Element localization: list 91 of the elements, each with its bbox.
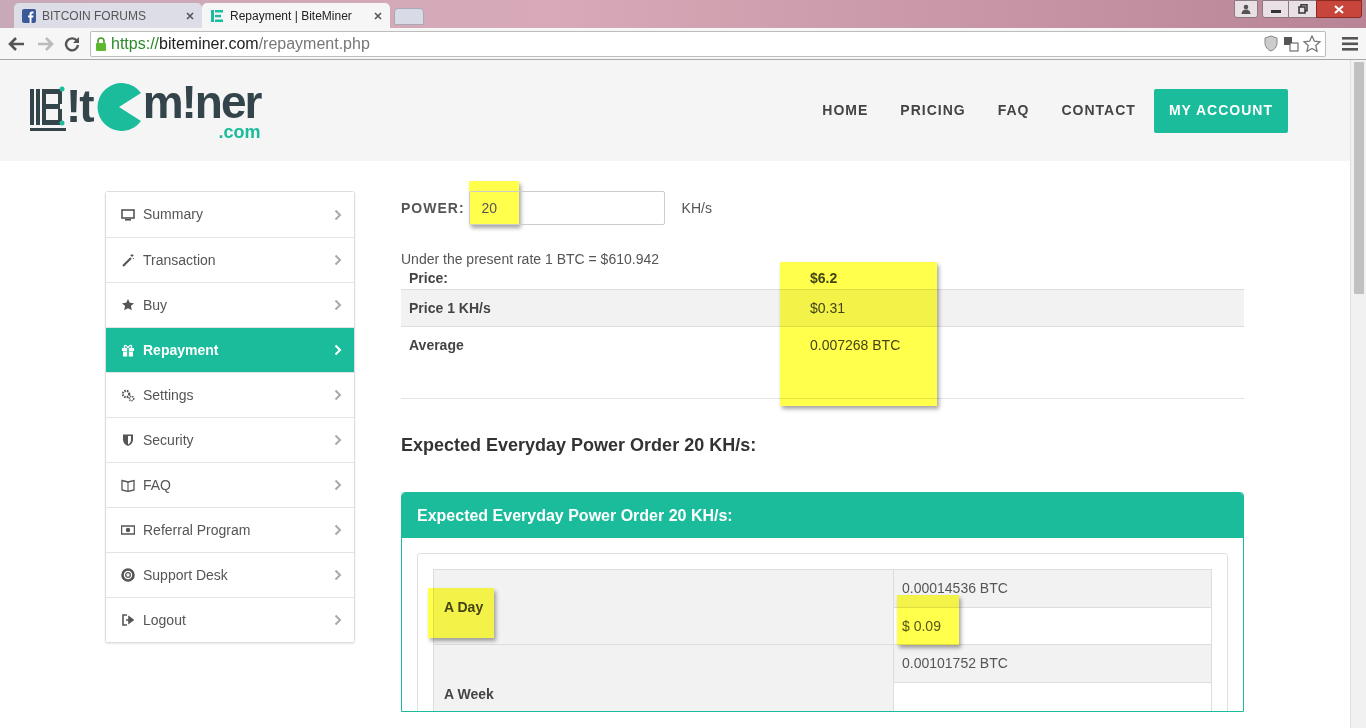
sidebar-label: Buy — [143, 295, 169, 315]
book-icon — [121, 478, 135, 492]
logo-text: m!ner — [142, 78, 261, 125]
lifebuoy-icon — [121, 568, 135, 582]
close-icon — [1334, 4, 1344, 14]
menu-icon[interactable] — [1342, 36, 1358, 51]
period-label: A Day — [444, 597, 484, 617]
wand-icon — [121, 253, 135, 267]
close-icon[interactable] — [374, 11, 382, 20]
chevron-right-icon — [334, 208, 342, 221]
banknote-icon — [121, 523, 135, 537]
sidebar-item[interactable]: Buy — [106, 282, 354, 327]
minimize-icon — [1270, 10, 1281, 13]
sidebar-label: Settings — [143, 385, 195, 405]
restore-icon — [1297, 4, 1308, 14]
section-heading: Expected Everyday Power Order 20 KH/s: — [401, 434, 758, 457]
star-icon[interactable] — [1303, 34, 1321, 53]
sidebar-item[interactable]: Summary — [106, 192, 354, 237]
sidebar-label: FAQ — [143, 475, 172, 495]
site-logo-icon — [210, 8, 224, 23]
sidebar-item[interactable]: Logout — [106, 597, 354, 642]
translate-icon — [1283, 35, 1299, 52]
chevron-right-icon — [334, 254, 342, 266]
star-icon — [121, 298, 135, 312]
address-bar[interactable]: https://biteminer.com/repayment.php — [90, 30, 1326, 57]
sidebar-item[interactable]: Settings — [106, 372, 354, 417]
sidebar-label: Logout — [143, 610, 187, 630]
highlight-mark — [428, 588, 494, 638]
sidebar-label: Referral Program — [143, 520, 252, 540]
table-cell-text: $0.31 — [809, 298, 847, 318]
back-icon[interactable] — [8, 35, 26, 52]
sidebar-item[interactable]: Security — [106, 417, 354, 462]
rate-note: Under the present rate 1 BTC = $610.942 — [401, 250, 660, 268]
nav-link[interactable]: CONTACT — [1061, 100, 1136, 121]
power-input[interactable]: 20 — [468, 191, 665, 225]
chevron-right-icon — [334, 344, 342, 356]
table-cell: 0.00101752 BTC — [894, 645, 1211, 682]
table-cell-text: 0.007268 BTC — [809, 335, 902, 355]
chevron-right-icon — [334, 569, 342, 581]
reload-icon[interactable] — [64, 35, 80, 52]
scrollbar-thumb[interactable] — [1353, 62, 1364, 294]
chevron-right-icon — [334, 434, 342, 446]
tab-title: BITCOIN FORUMS — [42, 7, 147, 25]
table-cell-text: Price 1 KH/s — [408, 298, 492, 318]
person-icon — [1241, 4, 1251, 14]
power-label: POWER: — [401, 198, 465, 218]
sidebar-item[interactable]: Support Desk — [106, 552, 354, 597]
url-text: https://biteminer.com/repayment.php — [111, 33, 371, 54]
highlight-mark — [897, 595, 959, 645]
gears-icon — [121, 388, 135, 402]
restore-button[interactable] — [1289, 0, 1316, 18]
gift-icon — [121, 343, 135, 357]
nav-link[interactable]: PRICING — [900, 100, 966, 121]
chevron-right-icon — [334, 614, 342, 626]
unit-label: KH/s — [681, 198, 712, 218]
panel-title: Expected Everyday Power Order 20 KH/s: — [402, 493, 1243, 538]
table-cell-text: Price: — [408, 269, 449, 288]
close-window-button[interactable] — [1316, 0, 1362, 18]
table-cell-text: $6.2 — [809, 269, 839, 288]
sidebar-item[interactable]: Transaction — [106, 237, 354, 282]
browser-tab[interactable]: Repayment | BiteMiner — [202, 3, 390, 28]
facebook-icon — [22, 8, 36, 23]
table-cell: 0.00014536 BTC — [894, 570, 1211, 607]
logo-text: !t — [66, 82, 93, 129]
site-logo[interactable]: !t m!ner .com — [30, 80, 261, 141]
lock-icon — [95, 36, 107, 51]
browser-tab[interactable]: BITCOIN FORUMS — [14, 3, 202, 28]
table-cell-text: Average — [408, 335, 465, 355]
sidebar-item[interactable]: Referral Program — [106, 507, 354, 552]
sidebar-label: Security — [143, 430, 195, 450]
logo-domain: .com — [218, 122, 261, 141]
chevron-right-icon — [334, 299, 342, 311]
shield-icon — [121, 433, 135, 447]
period-label: A Week — [444, 684, 494, 704]
tab-title: Repayment | BiteMiner — [230, 7, 353, 25]
profile-button[interactable] — [1234, 0, 1258, 18]
chevron-right-icon — [334, 389, 342, 401]
sidebar-label: Summary — [143, 205, 204, 224]
shield-icon — [1263, 35, 1279, 52]
sidebar-label: Support Desk — [143, 565, 229, 585]
minimize-button[interactable] — [1262, 0, 1289, 18]
nav-link[interactable]: FAQ — [997, 100, 1030, 121]
sidebar-label: Repayment — [143, 340, 220, 360]
monitor-icon — [121, 207, 135, 222]
close-icon[interactable] — [186, 11, 194, 20]
nav-link[interactable]: HOME — [822, 100, 869, 121]
sidebar-label: Transaction — [143, 250, 217, 270]
sidebar-item[interactable]: FAQ — [106, 462, 354, 507]
chevron-right-icon — [334, 479, 342, 491]
chevron-right-icon — [334, 524, 342, 536]
logout-icon — [121, 613, 135, 627]
